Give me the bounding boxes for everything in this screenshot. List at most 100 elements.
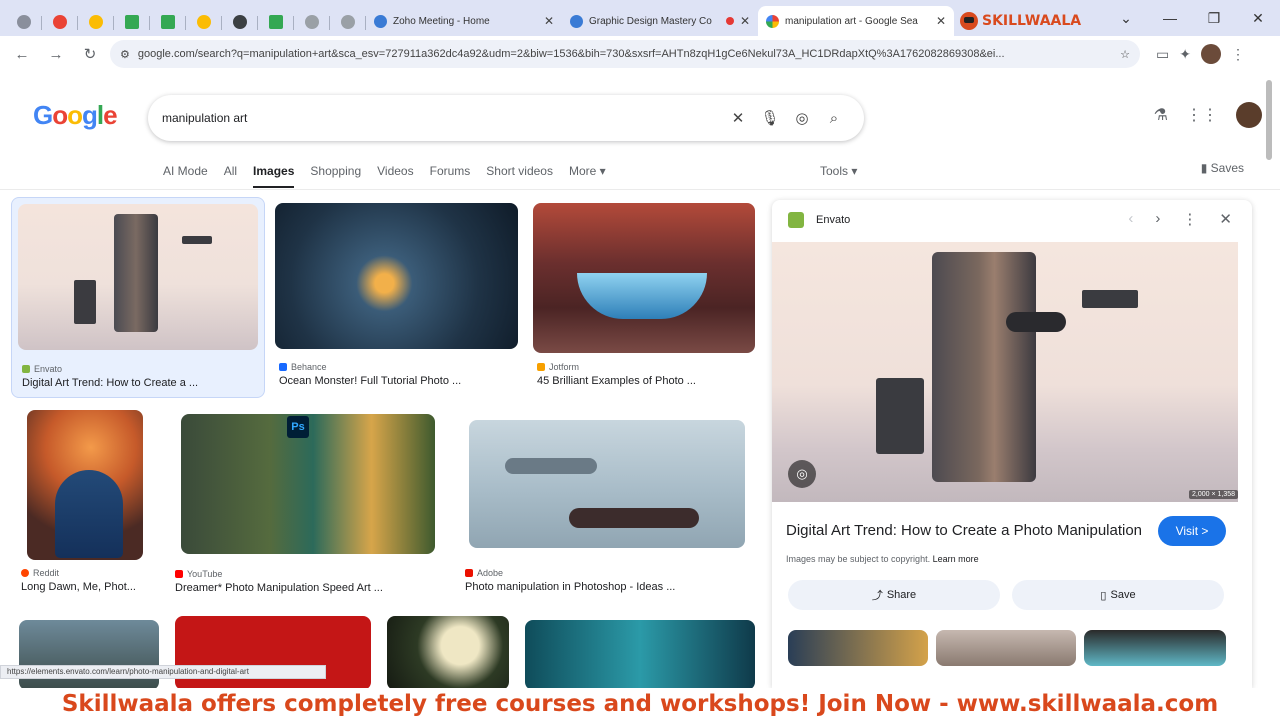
search-input[interactable]: manipulation art [162, 111, 722, 125]
close-window-icon[interactable]: ✕ [1236, 10, 1280, 27]
preview-image[interactable] [772, 242, 1238, 502]
apps-grid-icon[interactable]: ⋮⋮ [1186, 105, 1218, 125]
close-icon[interactable]: ✕ [936, 14, 946, 28]
image-result[interactable]: Envato Digital Art Trend: How to Create … [11, 197, 265, 398]
filter-more[interactable]: More ▾ [569, 164, 606, 188]
pinned-tab[interactable] [222, 8, 258, 36]
result-source[interactable]: Envato [22, 364, 62, 374]
image-result[interactable]: Behance Ocean Monster! Full Tutorial Pho… [275, 203, 519, 393]
result-source[interactable]: Behance [279, 362, 327, 372]
next-icon[interactable]: › [1155, 210, 1160, 228]
related-image[interactable] [936, 630, 1076, 666]
visit-button[interactable]: Visit > [1158, 516, 1226, 546]
close-icon[interactable]: ✕ [1219, 210, 1232, 228]
close-icon[interactable]: ✕ [544, 14, 554, 28]
result-title[interactable]: Long Dawn, Me, Phot... [21, 581, 136, 593]
search-box[interactable]: manipulation art ✕ 🎙 ◎ ⌕ [148, 95, 864, 141]
result-thumbnail[interactable]: Ps [181, 414, 435, 554]
filter-images[interactable]: Images [253, 164, 295, 188]
maximize-icon[interactable]: ❐ [1192, 10, 1236, 27]
pinned-tab[interactable] [114, 8, 150, 36]
tab-google-search[interactable]: manipulation art - Google Sea ✕ [758, 6, 954, 36]
result-thumbnail[interactable] [387, 616, 509, 688]
pinned-tab[interactable] [294, 8, 330, 36]
tab-zoho-meeting[interactable]: Zoho Meeting - Home ✕ [366, 6, 562, 36]
microphone-icon[interactable]: 🎙 [754, 109, 786, 127]
image-result[interactable]: Reddit Long Dawn, Me, Phot... [19, 410, 159, 600]
result-thumbnail[interactable] [533, 203, 755, 353]
minimize-icon[interactable]: — [1148, 10, 1192, 26]
result-source[interactable]: Reddit [21, 568, 59, 578]
filter-shopping[interactable]: Shopping [310, 164, 361, 188]
reload-icon[interactable]: ↻ [76, 40, 104, 68]
google-logo[interactable]: Google [33, 100, 118, 131]
bookmark-star-icon[interactable]: ☆ [1120, 48, 1130, 61]
result-thumbnail[interactable] [27, 410, 143, 560]
result-title[interactable]: Ocean Monster! Full Tutorial Photo ... [279, 375, 461, 387]
forward-icon[interactable]: → [42, 40, 70, 68]
result-source[interactable]: YouTube [175, 569, 222, 579]
result-thumbnail[interactable] [469, 420, 745, 548]
filter-short-videos[interactable]: Short videos [486, 164, 553, 188]
preview-controls: ‹ › ⋮ ✕ [1128, 210, 1232, 228]
pinned-tab[interactable] [150, 8, 186, 36]
related-image[interactable] [1084, 630, 1226, 666]
preview-title[interactable]: Digital Art Trend: How to Create a Photo… [786, 522, 1142, 539]
site-info-icon[interactable]: ⚙ [120, 48, 130, 61]
url-text[interactable]: google.com/search?q=manipulation+art&sca… [138, 48, 1112, 60]
image-result[interactable]: Adobe Photo manipulation in Photoshop - … [463, 410, 753, 600]
labs-flask-icon[interactable]: ⚗ [1154, 105, 1168, 125]
search-icon[interactable]: ⌕ [818, 110, 850, 127]
result-title[interactable]: Dreamer* Photo Manipulation Speed Art ..… [175, 582, 383, 594]
pinned-tab[interactable] [330, 8, 366, 36]
pinned-tab[interactable] [6, 8, 42, 36]
result-source[interactable]: Adobe [465, 568, 503, 578]
filter-ai-mode[interactable]: AI Mode [163, 164, 208, 188]
clear-icon[interactable]: ✕ [722, 109, 754, 127]
filter-forums[interactable]: Forums [430, 164, 471, 188]
result-title[interactable]: Digital Art Trend: How to Create a ... [22, 377, 198, 389]
pinned-tab[interactable] [42, 8, 78, 36]
result-thumbnail[interactable] [525, 620, 755, 688]
related-image[interactable] [788, 630, 928, 666]
filter-all[interactable]: All [224, 164, 237, 188]
menu-icon[interactable]: ⋮ [1231, 46, 1245, 63]
save-button[interactable]: ▯ Save [1012, 580, 1224, 610]
image-result[interactable]: Jotform 45 Brilliant Examples of Photo .… [533, 203, 757, 393]
extensions-icon[interactable]: ✦ [1179, 46, 1191, 63]
skillwaala-logo-icon [960, 12, 978, 30]
status-url: https://elements.envato.com/learn/photo-… [0, 665, 326, 679]
result-thumbnail[interactable] [18, 204, 258, 350]
result-thumbnail[interactable] [275, 203, 518, 349]
skillwaala-logo: SKILLWAALA [960, 6, 1081, 36]
lens-icon[interactable]: ◎ [788, 460, 816, 488]
result-title[interactable]: 45 Brilliant Examples of Photo ... [537, 375, 696, 387]
pinned-tab[interactable] [78, 8, 114, 36]
lens-icon[interactable]: ◎ [786, 109, 818, 127]
share-button[interactable]: ⤴ Share [788, 580, 1000, 610]
address-bar[interactable]: ⚙ google.com/search?q=manipulation+art&s… [110, 40, 1140, 68]
account-avatar[interactable] [1236, 102, 1262, 128]
pinned-tab[interactable] [258, 8, 294, 36]
reddit-icon [21, 569, 29, 577]
profile-avatar[interactable] [1200, 44, 1221, 64]
pinned-tab[interactable] [186, 8, 222, 36]
more-options-icon[interactable]: ⋮ [1182, 210, 1197, 228]
tools-button[interactable]: Tools ▾ [820, 164, 857, 178]
back-icon[interactable]: ← [8, 40, 36, 68]
learn-more-link[interactable]: Learn more [933, 554, 979, 564]
previous-icon[interactable]: ‹ [1128, 210, 1133, 228]
filter-videos[interactable]: Videos [377, 164, 413, 188]
image-result[interactable]: Ps YouTube Dreamer* Photo Manipulation S… [175, 410, 437, 600]
result-source[interactable]: Jotform [537, 362, 579, 372]
result-title[interactable]: Photo manipulation in Photoshop - Ideas … [465, 581, 675, 593]
tab-search-icon[interactable]: ⌄ [1104, 10, 1148, 27]
tab-graphic-design[interactable]: Graphic Design Mastery Co ✕ [562, 6, 758, 36]
source-name: Behance [291, 362, 327, 372]
divider [0, 189, 1280, 190]
cast-icon[interactable]: ▭ [1156, 46, 1169, 63]
preview-source[interactable]: Envato [788, 212, 850, 228]
page-scrollbar[interactable] [1266, 80, 1272, 160]
saves-link[interactable]: ▮ Saves [1201, 161, 1244, 175]
close-icon[interactable]: ✕ [740, 14, 750, 28]
